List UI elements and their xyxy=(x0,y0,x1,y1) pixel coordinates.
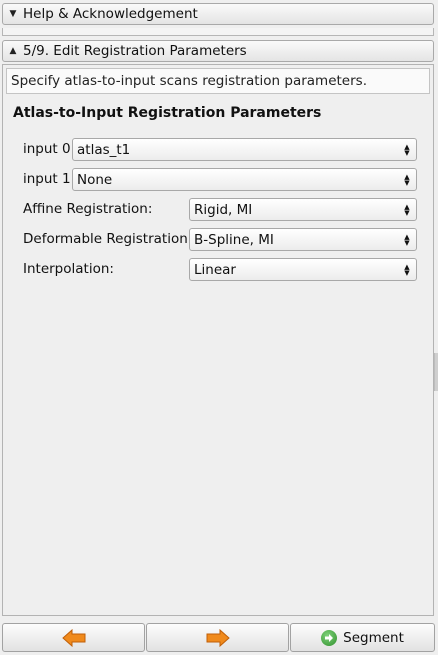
help-acknowledgement-header[interactable]: ▼ Help & Acknowledgement xyxy=(2,3,434,25)
input-1-combo[interactable]: None ▲ ▼ xyxy=(72,168,417,191)
combo-spin-icon: ▲ ▼ xyxy=(404,262,410,277)
help-acknowledgement-title: Help & Acknowledgement xyxy=(23,6,198,22)
registration-panel: Specify atlas-to-input scans registratio… xyxy=(2,64,434,616)
combo-spin-icon: ▲ ▼ xyxy=(404,142,410,157)
interpolation-combo[interactable]: Linear ▲ ▼ xyxy=(189,258,417,281)
segment-button[interactable]: Segment xyxy=(290,623,435,652)
right-arrow-icon xyxy=(206,628,230,647)
input-0-combo[interactable]: atlas_t1 ▲ ▼ xyxy=(72,138,417,161)
splitter-handle[interactable] xyxy=(434,353,438,391)
group-title: Atlas-to-Input Registration Parameters xyxy=(13,105,322,121)
input-1-value: None xyxy=(77,171,113,188)
collapse-arrow-icon: ▼ xyxy=(9,9,17,19)
deformable-registration-label: Deformable Registration: xyxy=(23,231,193,247)
affine-registration-value: Rigid, MI xyxy=(194,201,253,218)
combo-spin-icon: ▲ ▼ xyxy=(404,232,410,247)
input-0-label: input 0 xyxy=(23,141,71,157)
deformable-registration-value: B-Spline, MI xyxy=(194,231,274,248)
back-button[interactable] xyxy=(2,623,145,652)
expand-arrow-icon: ▲ xyxy=(9,46,17,56)
segment-button-label: Segment xyxy=(343,629,404,646)
affine-registration-label: Affine Registration: xyxy=(23,201,153,217)
deformable-registration-combo[interactable]: B-Spline, MI ▲ ▼ xyxy=(189,228,417,251)
input-0-value: atlas_t1 xyxy=(77,141,131,158)
next-button[interactable] xyxy=(146,623,289,652)
affine-registration-combo[interactable]: Rigid, MI ▲ ▼ xyxy=(189,198,417,221)
combo-spin-icon: ▲ ▼ xyxy=(404,172,410,187)
input-1-label: input 1 xyxy=(23,171,71,187)
edit-registration-header[interactable]: ▲ 5/9. Edit Registration Parameters xyxy=(2,40,434,62)
edit-registration-title: 5/9. Edit Registration Parameters xyxy=(23,43,247,59)
green-circle-arrow-icon xyxy=(321,629,338,646)
help-collapsed-body xyxy=(2,28,434,36)
combo-spin-icon: ▲ ▼ xyxy=(404,202,410,217)
left-arrow-icon xyxy=(61,628,85,647)
interpolation-label: Interpolation: xyxy=(23,261,114,277)
interpolation-value: Linear xyxy=(194,261,236,278)
description-text: Specify atlas-to-input scans registratio… xyxy=(6,68,430,94)
